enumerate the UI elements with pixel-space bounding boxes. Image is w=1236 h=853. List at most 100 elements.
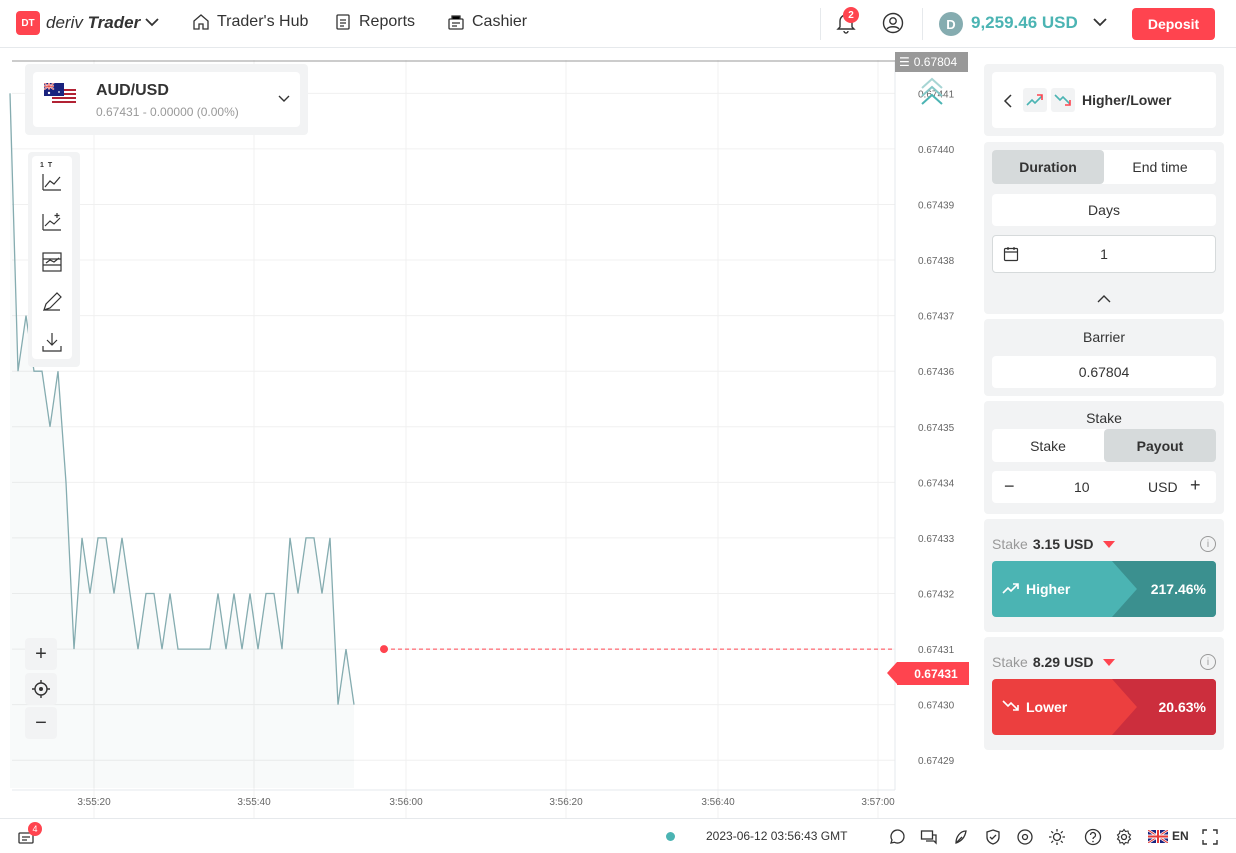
caret-down-icon — [1102, 540, 1115, 548]
responsible-trading-icon[interactable] — [952, 828, 970, 846]
duration-unit-select[interactable]: Days — [992, 194, 1216, 226]
amount-input[interactable]: 10 — [1074, 479, 1090, 495]
higher-stake-value: 3.15 USD — [1032, 536, 1094, 552]
y-tick-label: 0.67439 — [918, 200, 955, 211]
chevron-down-icon[interactable] — [1092, 14, 1108, 30]
lower-label: Lower — [1026, 699, 1068, 715]
indicators-icon[interactable] — [40, 210, 64, 234]
duration-card: Duration End time Days 1 — [984, 142, 1224, 314]
shield-icon[interactable] — [984, 828, 1002, 846]
lower-icon — [1002, 700, 1019, 711]
chart-tools: 1 T — [28, 152, 80, 367]
tab-end-time[interactable]: End time — [1104, 150, 1216, 184]
tab-duration[interactable]: Duration — [992, 150, 1104, 184]
x-tick-label: 3:56:40 — [701, 797, 735, 808]
nav-reports[interactable]: Reports — [334, 13, 415, 31]
chevron-down-icon[interactable] — [144, 14, 160, 30]
chart-area[interactable]: 0.67441 0.67440 0.67439 0.67438 0.67437 0.674… — [0, 48, 974, 818]
divider — [820, 8, 821, 40]
nav-label: Trader's Hub — [217, 13, 309, 30]
info-icon[interactable]: i — [1200, 654, 1216, 670]
chevron-up-icon[interactable] — [1097, 294, 1111, 304]
app-title[interactable]: deriv Trader — [46, 13, 140, 33]
x-tick-label: 3:56:20 — [549, 797, 583, 808]
account-profile-icon[interactable] — [882, 12, 904, 34]
cashier-icon — [448, 15, 464, 30]
info-icon[interactable]: i — [1200, 536, 1216, 552]
y-tick-label: 0.67437 — [918, 312, 955, 323]
barrier-input[interactable]: 0.67804 — [992, 356, 1216, 388]
connection-status-icon — [666, 832, 675, 841]
x-tick-label: 3:55:20 — [77, 797, 111, 808]
deriv-trader-logo[interactable]: DT — [16, 11, 40, 35]
uk-flag-icon — [1148, 829, 1168, 843]
asset-selector[interactable]: AUD/USD 0.67431 - 0.00000 (0.00%) — [25, 64, 308, 135]
higher-payout-percent: 217.46% — [1150, 581, 1206, 597]
amount-stepper: − 10 USD + — [992, 471, 1216, 503]
x-tick-label: 3:57:00 — [861, 797, 895, 808]
server-time: 2023-06-12 03:56:43 GMT — [706, 829, 848, 843]
increase-button[interactable]: + — [1190, 475, 1201, 496]
duration-toggle: Duration End time — [992, 150, 1216, 184]
tab-payout[interactable]: Payout — [1104, 429, 1216, 462]
duration-value-input[interactable]: 1 — [992, 235, 1216, 273]
barrier-price-tag: ☰ 0.67804 — [895, 52, 968, 72]
contract-type-card: Higher/Lower — [984, 64, 1224, 136]
y-tick-label: 0.67432 — [918, 589, 955, 600]
lower-button[interactable]: Lower 20.63% — [992, 679, 1216, 735]
aud-usd-flag-icon — [44, 83, 76, 105]
whatsapp-icon[interactable] — [888, 828, 906, 846]
stake-label: Stake — [992, 654, 1028, 670]
nav-traders-hub[interactable]: Trader's Hub — [192, 13, 308, 31]
live-chat-icon[interactable] — [920, 828, 938, 846]
account-balance[interactable]: 9,259.46 USD — [971, 13, 1078, 33]
settings-gear-icon[interactable] — [1115, 828, 1133, 846]
y-tick-label: 0.67430 — [918, 701, 955, 712]
calendar-icon — [1003, 247, 1019, 262]
asset-price: 0.67431 - 0.00000 (0.00%) — [96, 105, 239, 119]
deposit-button[interactable]: Deposit — [1132, 8, 1215, 40]
nav-cashier[interactable]: Cashier — [447, 13, 527, 31]
language-code: EN — [1172, 829, 1189, 843]
price-chart[interactable]: 0.674410.674400.674390.674380.674370.674… — [0, 48, 974, 818]
nav-label: Reports — [359, 13, 416, 30]
plus-icon: + — [35, 642, 47, 665]
barrier-card: Barrier 0.67804 — [984, 319, 1224, 396]
stake-card: Stake Stake Payout − 10 USD + — [984, 401, 1224, 514]
zoom-in-button[interactable]: + — [25, 638, 57, 670]
crosshair-icon — [32, 680, 50, 698]
divider — [922, 8, 923, 40]
theme-toggle-icon[interactable] — [1048, 828, 1066, 846]
higher-label: Higher — [1026, 581, 1071, 597]
y-tick-label: 0.67431 — [918, 645, 955, 656]
fall-icon — [1051, 88, 1075, 112]
stake-payout-toggle: Stake Payout — [992, 429, 1216, 462]
zoom-controls: + − — [25, 638, 57, 739]
asset-selector-inner[interactable]: AUD/USD 0.67431 - 0.00000 (0.00%) — [33, 72, 300, 127]
footer: 4 2023-06-12 03:56:43 GMT EN — [0, 818, 1236, 853]
templates-icon[interactable] — [40, 250, 64, 274]
decrease-button[interactable]: − — [1004, 476, 1015, 497]
chevron-down-icon[interactable] — [276, 90, 292, 106]
drawing-tools-icon[interactable] — [40, 290, 64, 314]
tab-stake[interactable]: Stake — [992, 429, 1104, 462]
y-tick-label: 0.67429 — [918, 756, 955, 767]
minus-icon: − — [35, 711, 47, 734]
zoom-out-button[interactable]: − — [25, 707, 57, 739]
higher-button[interactable]: Higher 217.46% — [992, 561, 1216, 617]
caret-down-icon — [1102, 658, 1115, 666]
chart-type-icon[interactable] — [40, 170, 64, 194]
fullscreen-icon[interactable] — [1201, 828, 1219, 846]
contract-type-selector[interactable]: Higher/Lower — [992, 72, 1216, 128]
current-price-dot — [380, 645, 388, 654]
chevron-left-icon[interactable] — [1002, 94, 1014, 108]
download-icon[interactable] — [40, 330, 64, 354]
speedometer-icon[interactable] — [1016, 828, 1034, 846]
language-selector[interactable]: EN — [1148, 829, 1189, 843]
reset-view-button[interactable] — [25, 673, 57, 705]
help-icon[interactable] — [1084, 828, 1102, 846]
menu-icon: ☰ — [899, 55, 910, 69]
currency-label: USD — [1148, 479, 1178, 495]
nav-label: Cashier — [472, 13, 528, 30]
barrier-title: Barrier — [1082, 329, 1125, 345]
